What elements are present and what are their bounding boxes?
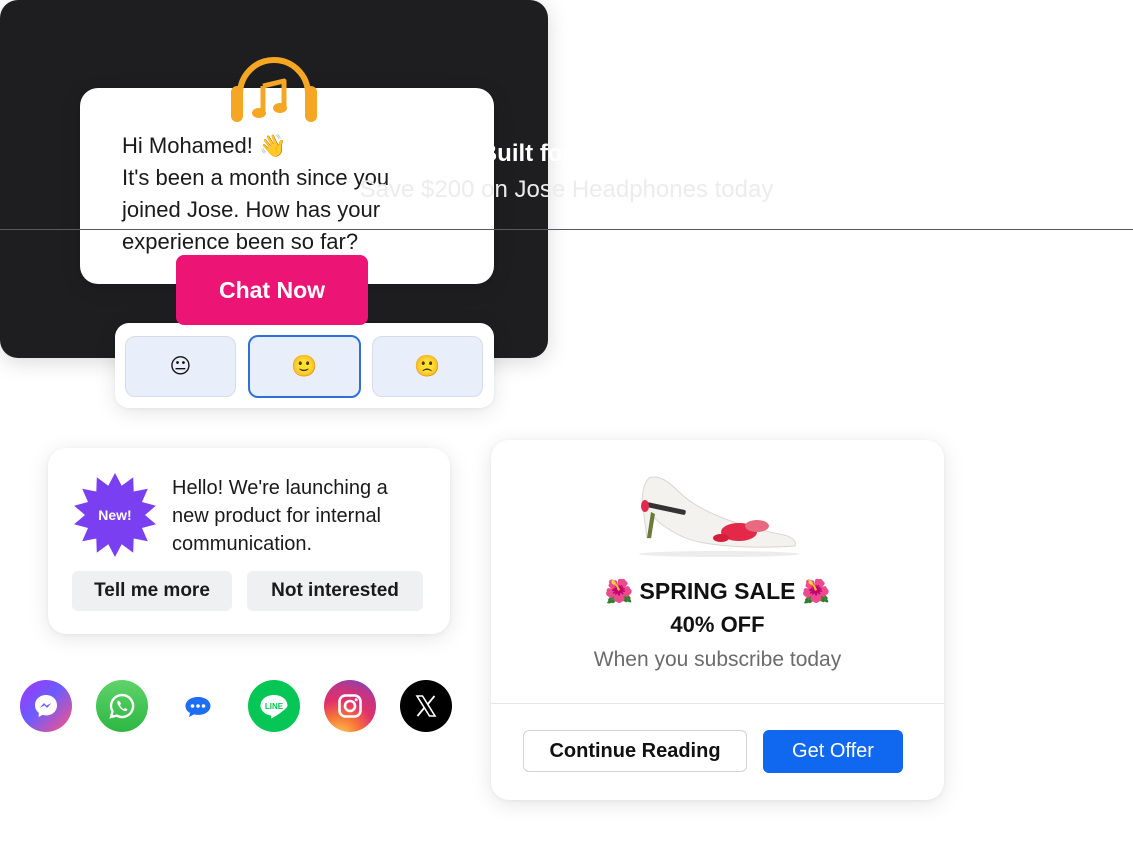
- launch-line: Hello! We're launching a: [172, 477, 388, 499]
- headphones-music-icon: [231, 57, 317, 122]
- line-icon[interactable]: LINE: [248, 680, 300, 732]
- promo-title: Built for Sound: [479, 140, 654, 167]
- continue-reading-button[interactable]: Continue Reading: [523, 730, 747, 772]
- promo-divider: [0, 229, 1133, 230]
- headphones-promo-card: Built for Sound Save $200 on Jose Headph…: [0, 0, 1133, 358]
- greeting-line: experience been so far?: [122, 229, 359, 254]
- get-offer-button[interactable]: Get Offer: [763, 730, 903, 773]
- rating-option-smile[interactable]: 🙂: [248, 335, 361, 398]
- sale-divider: [491, 703, 944, 704]
- line-label: LINE: [265, 702, 284, 711]
- new-badge-icon: New!: [74, 473, 156, 557]
- rating-option-neutral[interactable]: 😐: [125, 336, 236, 397]
- tell-me-more-button[interactable]: Tell me more: [72, 571, 232, 611]
- launch-line: new product for internal: [172, 505, 382, 527]
- shoe-product-image: [639, 476, 799, 557]
- launch-line: communication.: [172, 533, 313, 555]
- chat-bubble-icon[interactable]: [172, 680, 224, 732]
- not-interested-button[interactable]: Not interested: [247, 571, 423, 611]
- rating-card: 😐 🙂 🙁: [115, 323, 494, 408]
- spring-sale-card: 🌺 SPRING SALE 🌺 40% OFF When you subscri…: [491, 440, 944, 800]
- whatsapp-icon[interactable]: [96, 680, 148, 732]
- rating-option-frown[interactable]: 🙁: [372, 336, 483, 397]
- messenger-icon[interactable]: [20, 680, 72, 732]
- slightly-smiling-face-icon: 🙂: [291, 354, 318, 378]
- new-badge-label: New!: [98, 507, 131, 523]
- neutral-face-icon: 😐: [169, 355, 192, 378]
- frowning-face-icon: 🙁: [414, 354, 441, 378]
- sale-subtitle: When you subscribe today: [593, 648, 842, 671]
- instagram-icon[interactable]: [324, 680, 376, 732]
- promo-subtitle: Save $200 on Jose Headphones today: [359, 176, 774, 203]
- sale-title: 🌺 SPRING SALE 🌺: [604, 578, 831, 604]
- launch-text: Hello! We're launching a new product for…: [172, 474, 442, 558]
- x-icon[interactable]: [400, 680, 452, 732]
- product-launch-card: New! Hello! We're launching a new produc…: [48, 448, 450, 634]
- sale-discount: 40% OFF: [670, 612, 765, 637]
- chat-now-button[interactable]: Chat Now: [176, 255, 368, 325]
